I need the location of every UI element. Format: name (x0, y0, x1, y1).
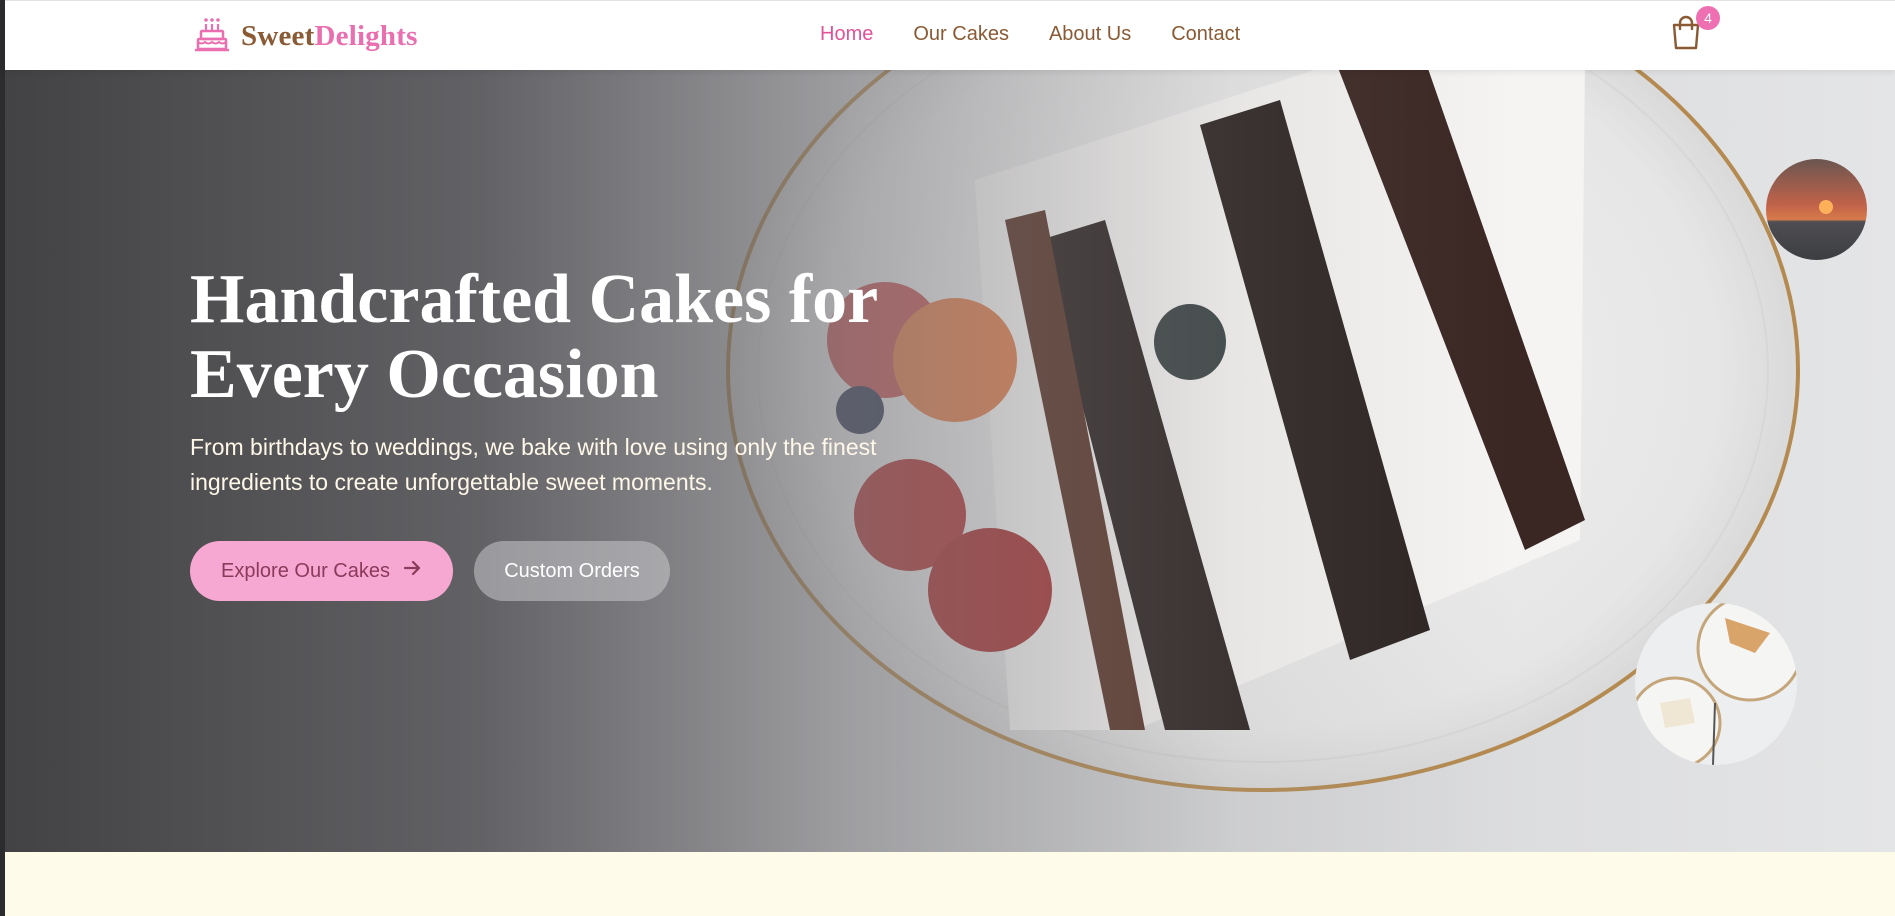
hero-subtitle: From birthdays to weddings, we bake with… (190, 434, 877, 495)
brand-name: SweetDelights (241, 20, 418, 53)
nav-link-about-us[interactable]: About Us (1049, 23, 1131, 46)
custom-orders-button[interactable]: Custom Orders (474, 541, 670, 601)
top-navbar: SweetDelights Home Our Cakes About Us Co… (5, 0, 1895, 70)
brand-name-sweet: Sweet (241, 19, 315, 52)
arrow-right-icon (402, 558, 422, 584)
cake-plate-thumbnail-image (1635, 603, 1797, 765)
next-section-background (5, 852, 1895, 916)
cart-button[interactable]: 4 (1669, 6, 1720, 55)
nav-link-contact[interactable]: Contact (1171, 23, 1240, 46)
brand-name-delights: Delights (314, 19, 418, 52)
birthday-cake-icon (193, 15, 231, 58)
cart-count-badge: 4 (1696, 6, 1720, 30)
main-navigation: Home Our Cakes About Us Contact (820, 23, 1240, 46)
brand-logo[interactable]: SweetDelights (193, 17, 418, 55)
explore-cakes-label: Explore Our Cakes (221, 559, 390, 582)
nav-link-home[interactable]: Home (820, 23, 873, 46)
explore-cakes-button[interactable]: Explore Our Cakes (190, 541, 453, 601)
sunset-thumbnail-image (1766, 159, 1867, 260)
hero-title: Handcrafted Cakes for Every Occasion (190, 261, 877, 413)
nav-link-our-cakes[interactable]: Our Cakes (913, 23, 1009, 46)
hero-section: Handcrafted Cakes for Every Occasion Fro… (5, 70, 1895, 852)
shopping-bag-icon (1669, 15, 1703, 55)
